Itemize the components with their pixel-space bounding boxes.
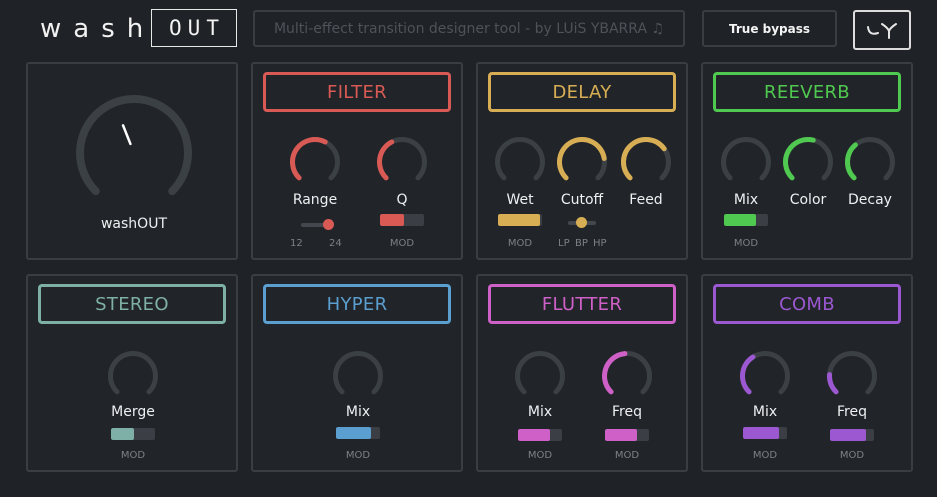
comb-freq-mod-label: MOD	[839, 450, 865, 461]
filter-range-knob[interactable]	[289, 136, 341, 188]
washout-main-label: washOUT	[100, 216, 167, 232]
comb-mix-label: Mix	[752, 404, 778, 420]
flutter-title[interactable]: FLUTTER	[488, 284, 676, 324]
knob-track	[827, 351, 877, 395]
comb-mix-mod-label: MOD	[752, 450, 778, 461]
reeverb-panel: REEVERB Mix Color Decay MOD	[701, 62, 913, 260]
flutter-mix-knob[interactable]	[514, 350, 566, 402]
header: wash OUT Multi-effect transition designe…	[0, 0, 937, 58]
reeverb-color-knob[interactable]	[782, 136, 834, 188]
knob-track	[515, 351, 565, 395]
hyper-mix-label: Mix	[345, 404, 371, 420]
comb-title[interactable]: COMB	[713, 284, 901, 324]
delay-filter-mode-thumb[interactable]	[576, 217, 587, 228]
filter-panel: FILTER Range Q 12 24 MOD	[251, 62, 463, 260]
delay-wet-knob[interactable]	[494, 136, 546, 188]
flutter-freq-label: Freq	[612, 404, 642, 420]
delay-mode-bp[interactable]: BP	[575, 238, 588, 249]
stereo-title[interactable]: STEREO	[38, 284, 226, 324]
stereo-mod-label: MOD	[120, 450, 146, 461]
hyper-mod-bar[interactable]	[336, 427, 380, 439]
delay-mode-lp[interactable]: LP	[558, 238, 570, 249]
hyper-mod-label: MOD	[345, 450, 371, 461]
knob-value-arc	[377, 139, 395, 181]
comb-panel: COMB Mix Freq MOD MOD	[701, 274, 913, 472]
knob-pointer	[121, 124, 132, 146]
true-bypass-button[interactable]: True bypass	[702, 10, 837, 47]
stereo-panel: STEREO Merge MOD	[26, 274, 238, 472]
delay-panel: DELAY Wet Cutoff Feed MOD LP BP HP	[476, 62, 688, 260]
stereo-merge-knob[interactable]	[107, 350, 159, 402]
knob-value-arc	[783, 137, 816, 181]
flutter-mix-mod-label: MOD	[527, 450, 553, 461]
reeverb-mod-bar[interactable]	[724, 214, 768, 226]
logo-wash-text: wash	[40, 14, 156, 44]
reeverb-decay-knob[interactable]	[844, 136, 896, 188]
filter-range-min-label: 12	[290, 238, 303, 249]
hyper-title[interactable]: HYPER	[263, 284, 451, 324]
knob-track	[76, 95, 192, 196]
knob-value-arc	[557, 137, 607, 181]
flutter-freq-knob[interactable]	[601, 350, 653, 402]
knob-track	[108, 351, 158, 395]
delay-mod-label: MOD	[507, 238, 533, 249]
flutter-freq-mod-label: MOD	[614, 450, 640, 461]
filter-q-label: Q	[396, 192, 408, 208]
knob-track	[495, 137, 545, 181]
stereo-mod-bar[interactable]	[111, 428, 155, 440]
filter-range-label: Range	[292, 192, 338, 208]
flutter-freq-mod-bar[interactable]	[605, 429, 649, 441]
brand-logo-icon	[867, 23, 897, 39]
filter-range-slider-thumb[interactable]	[323, 219, 334, 230]
reeverb-title[interactable]: REEVERB	[713, 72, 901, 112]
delay-mode-hp[interactable]: HP	[593, 238, 607, 249]
filter-title[interactable]: FILTER	[263, 72, 451, 112]
stereo-merge-label: Merge	[111, 404, 155, 420]
knob-value-arc	[621, 137, 667, 181]
filter-q-knob[interactable]	[376, 136, 428, 188]
knob-value-arc	[602, 351, 628, 395]
filter-range-max-label: 24	[329, 238, 342, 249]
delay-feed-knob[interactable]	[620, 136, 672, 188]
comb-mix-mod-bar[interactable]	[743, 427, 787, 439]
hyper-panel: HYPER Mix MOD	[251, 274, 463, 472]
comb-mix-knob[interactable]	[739, 350, 791, 402]
main-panel: washOUT	[26, 62, 238, 260]
subtitle-banner: Multi-effect transition designer tool - …	[253, 10, 685, 47]
filter-mod-bar[interactable]	[380, 214, 424, 226]
reeverb-mod-label: MOD	[733, 238, 759, 249]
knob-value-arc	[845, 142, 858, 181]
brand-logo-button[interactable]	[853, 10, 911, 50]
flutter-mix-label: Mix	[527, 404, 553, 420]
delay-cutoff-knob[interactable]	[556, 136, 608, 188]
delay-mod-bar[interactable]	[498, 214, 542, 226]
knob-value-arc	[290, 137, 328, 181]
flutter-mix-mod-bar[interactable]	[518, 429, 562, 441]
delay-title[interactable]: DELAY	[488, 72, 676, 112]
flutter-panel: FLUTTER Mix Freq MOD MOD	[476, 274, 688, 472]
comb-freq-label: Freq	[837, 404, 867, 420]
comb-freq-knob[interactable]	[826, 350, 878, 402]
reeverb-decay-label: Decay	[848, 192, 892, 208]
knob-value-arc	[827, 372, 839, 395]
delay-feed-label: Feed	[629, 192, 663, 208]
filter-mod-label: MOD	[389, 238, 415, 249]
reeverb-mix-knob[interactable]	[720, 136, 772, 188]
logo-out-box: OUT	[151, 9, 237, 47]
knob-track	[333, 351, 383, 395]
washout-main-knob[interactable]	[75, 94, 193, 212]
comb-freq-mod-bar[interactable]	[830, 429, 874, 441]
knob-value-arc	[740, 354, 756, 395]
hyper-mix-knob[interactable]	[332, 350, 384, 402]
knob-track	[721, 137, 771, 181]
